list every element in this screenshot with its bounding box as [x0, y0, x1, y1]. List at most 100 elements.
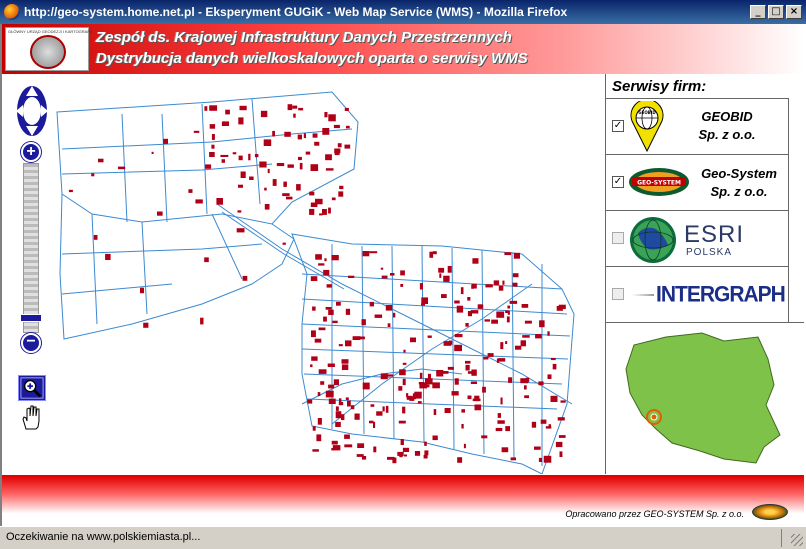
building-footprint: [298, 107, 304, 111]
building-footprint: [318, 327, 326, 331]
building-footprint: [331, 255, 339, 261]
building-footprint: [483, 356, 489, 360]
building-footprint: [333, 379, 339, 386]
intergraph-checkbox[interactable]: [612, 288, 624, 300]
map-view[interactable]: + −: [2, 74, 604, 474]
building-footprint: [454, 344, 462, 352]
geobid-logo: GEOBID: [630, 101, 664, 153]
service-geo-system: ✓ GEO-SYSTEM Geo-System Sp. z o.o.: [606, 154, 789, 210]
building-footprint: [287, 104, 293, 111]
building-footprint: [357, 443, 365, 448]
geobid-checkbox[interactable]: ✓: [612, 120, 624, 132]
building-footprint: [477, 304, 484, 309]
building-footprint: [311, 330, 316, 338]
building-footprint: [314, 141, 320, 146]
building-footprint: [317, 392, 321, 397]
building-footprint: [498, 358, 506, 362]
building-footprint: [188, 189, 193, 193]
building-footprint: [465, 364, 470, 371]
zoom-out-button[interactable]: −: [21, 333, 41, 353]
building-footprint: [465, 360, 471, 364]
building-footprint: [509, 300, 518, 304]
building-footprint: [457, 457, 463, 463]
building-footprint: [467, 395, 472, 400]
building-footprint: [467, 297, 471, 301]
zoom-slider-track[interactable]: [23, 163, 39, 333]
building-footprint: [324, 112, 328, 118]
service-esri: ESRI POLSKA: [606, 210, 789, 266]
hand-pan-icon[interactable]: [18, 403, 46, 431]
geo-system-footer-logo[interactable]: [752, 504, 788, 520]
building-footprint: [439, 273, 442, 278]
building-footprint: [398, 420, 406, 424]
building-footprint: [200, 317, 204, 325]
building-footprint: [312, 449, 319, 452]
building-footprint: [534, 446, 541, 450]
building-footprint: [550, 395, 558, 402]
building-footprint: [427, 335, 432, 338]
building-footprint: [272, 179, 277, 186]
building-footprint: [454, 378, 459, 385]
building-footprint: [400, 439, 404, 445]
esri-checkbox[interactable]: [612, 232, 624, 244]
building-footprint: [341, 359, 349, 364]
poland-overview-map[interactable]: [606, 323, 804, 475]
building-footprint: [284, 131, 291, 137]
building-footprint: [237, 210, 242, 213]
building-footprint: [506, 316, 510, 323]
building-footprint: [520, 340, 526, 347]
building-footprint: [345, 397, 349, 400]
zoom-in-button[interactable]: +: [21, 142, 41, 162]
page-header: GŁÓWNY URZĄD GEODEZJI I KARTOGRAFII Zesp…: [2, 24, 804, 74]
building-footprint: [454, 334, 463, 338]
overview-map[interactable]: [606, 322, 804, 474]
building-footprint: [337, 143, 342, 148]
building-footprint: [314, 338, 322, 343]
close-button[interactable]: ×: [786, 5, 802, 19]
building-footprint: [508, 377, 513, 383]
building-footprint: [376, 411, 383, 416]
building-footprint: [502, 280, 505, 285]
building-footprint: [398, 386, 403, 391]
maximize-button[interactable]: □: [768, 5, 784, 19]
building-footprint: [495, 427, 503, 432]
building-footprint: [338, 191, 344, 197]
building-footprint: [236, 228, 245, 233]
building-footprint: [282, 242, 286, 245]
building-footprint: [140, 287, 144, 294]
building-footprint: [325, 307, 332, 310]
pan-control[interactable]: [14, 84, 50, 138]
building-footprint: [417, 401, 422, 404]
building-footprint: [402, 362, 407, 365]
map-canvas[interactable]: [2, 74, 604, 474]
building-footprint: [345, 340, 352, 347]
status-text: Oczekiwanie na www.polskiemiasta.pl...: [6, 531, 201, 543]
geo-system-checkbox[interactable]: ✓: [612, 176, 624, 188]
building-footprint: [310, 164, 319, 171]
zoom-slider-thumb[interactable]: [20, 314, 42, 322]
building-footprint: [327, 363, 335, 367]
building-footprint: [326, 284, 332, 288]
building-footprint: [347, 400, 351, 407]
building-footprint: [421, 297, 428, 304]
building-footprint: [220, 154, 229, 157]
building-footprint: [470, 381, 477, 384]
building-footprint: [538, 457, 543, 462]
zoom-box-tool[interactable]: [18, 375, 46, 401]
minimize-button[interactable]: _: [750, 5, 766, 19]
building-footprint: [298, 156, 302, 161]
building-footprint: [297, 134, 302, 140]
header-title: Zespół ds. Krajowej Infrastruktury Danyc…: [96, 29, 512, 46]
building-footprint: [205, 164, 212, 169]
building-footprint: [402, 447, 410, 452]
building-footprint: [299, 162, 303, 170]
building-footprint: [209, 124, 216, 129]
resize-grip-icon[interactable]: [791, 534, 803, 546]
building-footprint: [424, 450, 429, 456]
building-footprint: [380, 373, 388, 380]
building-footprint: [423, 384, 430, 388]
building-footprint: [328, 384, 335, 389]
building-footprint: [454, 300, 460, 304]
building-footprint: [348, 275, 355, 278]
service-geobid: ✓ GEOBID GEOBID Sp. z o.o.: [606, 98, 789, 154]
